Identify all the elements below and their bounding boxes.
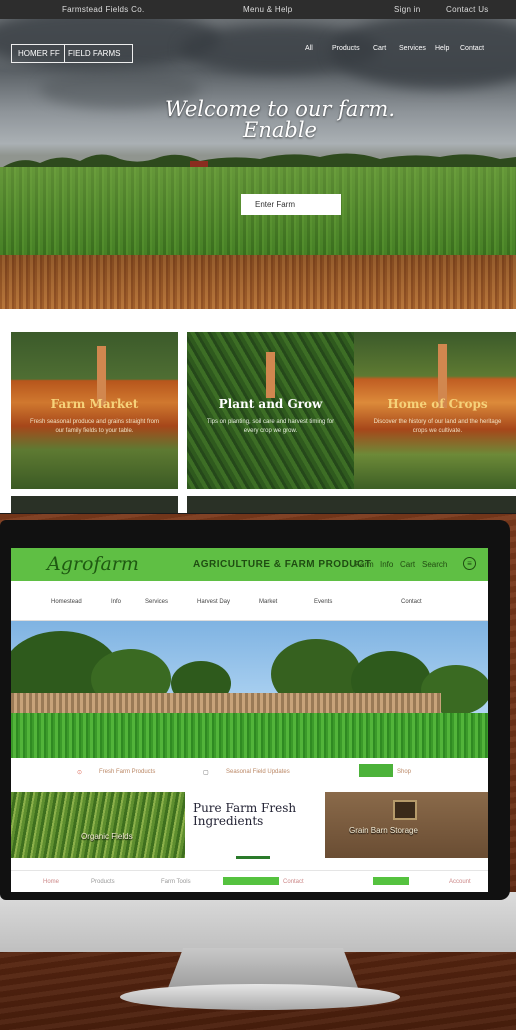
- wood-post: [266, 352, 275, 398]
- nav-cart[interactable]: Cart: [373, 45, 386, 52]
- card-1-title: Farm Market: [50, 397, 139, 411]
- utility-menu-link[interactable]: Menu & Help: [243, 5, 293, 14]
- footer-shop-button[interactable]: [373, 877, 409, 885]
- card-2-desc: Tips on planting, soil care and harvest …: [206, 419, 335, 434]
- nav-contact[interactable]: Contact: [460, 45, 484, 52]
- nav-info[interactable]: Info: [111, 599, 121, 605]
- nav-services[interactable]: Services: [399, 45, 426, 52]
- brand-right: FIELD FARMS: [68, 49, 121, 58]
- monitor-bezel: Agrofarm AGRICULTURE & FARM PRODUCT Farm…: [0, 520, 510, 900]
- hero-banner: HOMER FF FIELD FARMS All Products Cart S…: [0, 19, 516, 309]
- shop-button[interactable]: [359, 764, 393, 777]
- monitor-photo: Agrofarm AGRICULTURE & FARM PRODUCT Farm…: [0, 514, 516, 1030]
- monitor-stand: [168, 948, 358, 988]
- feature-card-2[interactable]: Plant and Grow Tips on planting, soil ca…: [187, 332, 354, 489]
- card-fields-label: Organic Fields: [81, 832, 133, 841]
- feature-cards: Organic Fields Pure Farm Fresh Ingredien…: [11, 788, 488, 870]
- menu-icon[interactable]: ≡: [463, 557, 476, 570]
- hero-title: Welcome to our farm. Enable: [165, 97, 395, 142]
- card-row-peek: [187, 496, 354, 513]
- footer-home[interactable]: Home: [43, 879, 59, 885]
- card-3-title: Home of Crops: [387, 397, 488, 411]
- wooden-fence: [11, 693, 441, 715]
- info-text-1: Fresh Farm Products: [99, 769, 156, 775]
- nav-products[interactable]: Products: [332, 45, 360, 52]
- feature-card-3[interactable]: Home of Crops Discover the history of ou…: [354, 332, 516, 489]
- nav-services[interactable]: Services: [145, 599, 168, 605]
- nav-homestead[interactable]: Homestead: [51, 599, 82, 605]
- card-1-desc: Fresh seasonal produce and grains straig…: [29, 419, 160, 434]
- utility-site-name: Farmstead Fields Co.: [62, 5, 145, 14]
- headline-underline: [236, 856, 270, 859]
- nav-help[interactable]: Help: [435, 45, 449, 52]
- header-link-cart[interactable]: Cart: [400, 560, 415, 569]
- card-barn-label: Grain Barn Storage: [349, 826, 418, 835]
- calendar-icon: ▢: [203, 770, 209, 776]
- site-tagline: AGRICULTURE & FARM PRODUCT: [193, 559, 372, 570]
- header-link-search[interactable]: Search: [422, 560, 447, 569]
- site-navigation: Homestead Info Services Harvest Day Mark…: [11, 581, 488, 621]
- nav-contact[interactable]: Contact: [401, 599, 422, 605]
- crop-rows: [11, 713, 488, 758]
- brand-left: HOMER FF: [18, 49, 60, 58]
- monitor-chin: [0, 892, 516, 952]
- nav-events[interactable]: Events: [314, 599, 332, 605]
- site-header: Agrofarm AGRICULTURE & FARM PRODUCT Farm…: [11, 548, 488, 581]
- card-row-peek: [11, 496, 178, 513]
- cloud: [330, 19, 516, 89]
- feature-card-1[interactable]: Farm Market Fresh seasonal produce and g…: [11, 332, 178, 489]
- footer-products[interactable]: Products: [91, 879, 115, 885]
- header-link-info[interactable]: Info: [380, 560, 393, 569]
- monitor-foot: [120, 984, 400, 1010]
- info-bar: ⊙ Fresh Farm Products ▢ Seasonal Field U…: [11, 758, 488, 788]
- nav-harvest-day[interactable]: Harvest Day: [197, 599, 230, 605]
- utility-signin-link[interactable]: Sign in: [394, 5, 421, 14]
- website-preview-top: Farmstead Fields Co. Menu & Help Sign in…: [0, 0, 516, 513]
- site-banner: [11, 621, 488, 758]
- info-shop-link[interactable]: Shop: [397, 769, 411, 775]
- brand-box[interactable]: HOMER FF FIELD FARMS: [11, 44, 133, 63]
- top-utility-bar: Farmstead Fields Co. Menu & Help Sign in…: [0, 0, 516, 19]
- footer-tools[interactable]: Farm Tools: [161, 879, 191, 885]
- brand-divider: [64, 45, 65, 62]
- info-icon: ⊙: [77, 770, 83, 776]
- footer-contact[interactable]: Contact: [283, 879, 304, 885]
- monitor-screen: Agrofarm AGRICULTURE & FARM PRODUCT Farm…: [11, 548, 488, 892]
- info-text-2: Seasonal Field Updates: [226, 769, 290, 775]
- barn-window: [393, 800, 417, 820]
- feature-card-fields[interactable]: Organic Fields: [11, 792, 185, 858]
- nav-all[interactable]: All: [305, 45, 313, 52]
- wheat-strip: [0, 255, 516, 309]
- header-link-farm[interactable]: Farm: [355, 560, 374, 569]
- nav-market[interactable]: Market: [259, 599, 277, 605]
- card-2-title: Plant and Grow: [218, 397, 323, 411]
- footer-cta-button[interactable]: [223, 877, 279, 885]
- utility-contact-link[interactable]: Contact Us: [446, 5, 489, 14]
- feature-card-barn[interactable]: Grain Barn Storage: [325, 792, 488, 858]
- site-footer: Home Products Farm Tools Contact Account: [11, 870, 488, 892]
- footer-account[interactable]: Account: [449, 879, 471, 885]
- card-3-desc: Discover the history of our land and the…: [373, 419, 502, 434]
- feature-headline: Pure Farm Fresh Ingredients: [193, 801, 297, 828]
- enter-farm-button[interactable]: Enter Farm: [241, 194, 341, 215]
- card-row-peek: [354, 496, 516, 513]
- site-logo[interactable]: Agrofarm: [47, 553, 139, 575]
